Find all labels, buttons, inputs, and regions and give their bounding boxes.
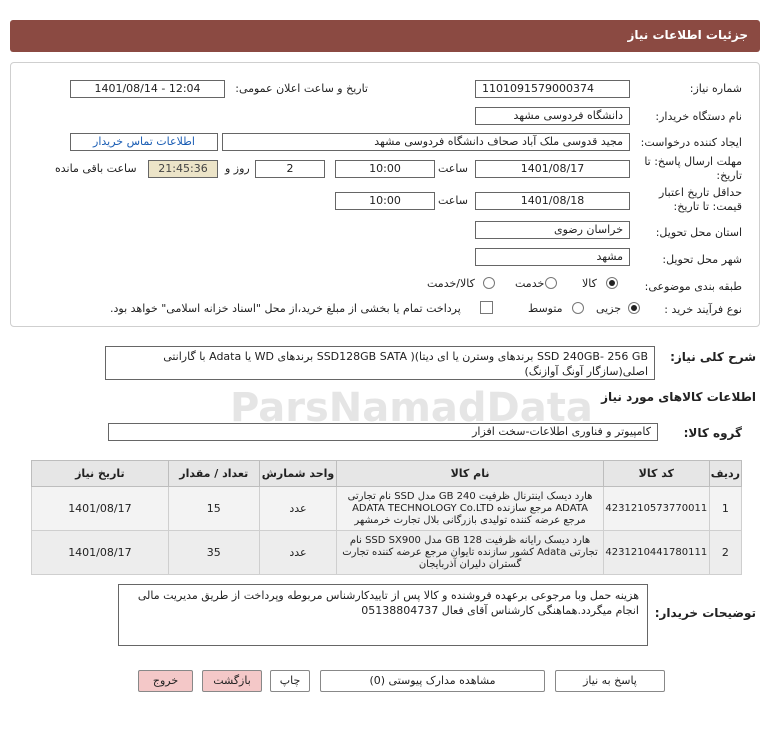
goods-group-field[interactable]: کامپیوتر و فناوری اطلاعات-سخت افزار bbox=[108, 423, 658, 441]
category-radio-both[interactable] bbox=[483, 277, 495, 289]
process-radio-minor[interactable] bbox=[628, 302, 640, 314]
goods-table: ردیف کد کالا نام کالا واحد شمارش تعداد /… bbox=[31, 460, 743, 575]
province-field[interactable]: خراسان رضوی bbox=[475, 221, 630, 239]
category-label: طبقه بندی موضوعی: bbox=[644, 280, 742, 293]
category-option-goods: کالا bbox=[582, 277, 597, 290]
buyer-label: نام دستگاه خریدار: bbox=[655, 110, 742, 123]
deadline-date-field[interactable]: 1401/08/17 bbox=[475, 160, 630, 178]
validity-time-field[interactable]: 10:00 bbox=[335, 192, 435, 210]
remaining-label: ساعت باقی مانده bbox=[55, 162, 137, 175]
process-label: نوع فرآیند خرید : bbox=[664, 303, 742, 316]
city-label: شهر محل تحویل: bbox=[662, 253, 742, 266]
deadline-time-field[interactable]: 10:00 bbox=[335, 160, 435, 178]
col-index: ردیف bbox=[708, 460, 743, 487]
payment-checkbox[interactable] bbox=[480, 301, 493, 314]
validity-label: حداقل تاریخ اعتبار قیمت: تا تاریخ: bbox=[658, 186, 742, 213]
process-radio-medium[interactable] bbox=[572, 302, 584, 314]
creator-field[interactable]: مجید قدوسی ملک آباد صحاف دانشگاه فردوسی … bbox=[222, 133, 630, 151]
category-radio-service[interactable] bbox=[545, 277, 557, 289]
row-name: هارد دیسک اینترنال ظرفیت 240 GB مدل SSD … bbox=[336, 486, 604, 531]
row-date: 1401/08/17 bbox=[31, 486, 169, 531]
row-code: 4231210441780111 bbox=[602, 530, 710, 575]
col-code: کد کالا bbox=[602, 460, 710, 487]
table-row[interactable]: 1 4231210573770011 هارد دیسک اینترنال ظر… bbox=[31, 486, 743, 531]
col-name: نام کالا bbox=[336, 460, 604, 487]
col-date: تاریخ نیاز bbox=[31, 460, 169, 487]
validity-time-label: ساعت bbox=[438, 194, 468, 207]
days-field[interactable]: 2 bbox=[255, 160, 325, 178]
announce-field[interactable]: 1401/08/14 - 12:04 bbox=[70, 80, 225, 98]
row-code: 4231210573770011 bbox=[602, 486, 710, 531]
row-name: هارد دیسک رایانه ظرفیت 128 GB مدل SSD SX… bbox=[336, 530, 604, 575]
row-date: 1401/08/17 bbox=[31, 530, 169, 575]
validity-date-field[interactable]: 1401/08/18 bbox=[475, 192, 630, 210]
deadline-label: مهلت ارسال پاسخ: تا تاریخ: bbox=[644, 155, 742, 182]
row-qty: 15 bbox=[167, 486, 260, 531]
reply-button[interactable]: پاسخ به نیاز bbox=[555, 670, 665, 692]
col-unit: واحد شمارش bbox=[258, 460, 338, 487]
deadline-time-label: ساعت bbox=[438, 162, 468, 175]
buyer-field[interactable]: دانشگاه فردوسی مشهد bbox=[475, 107, 630, 125]
col-qty: تعداد / مقدار bbox=[167, 460, 260, 487]
goods-section-title: اطلاعات کالاهای مورد نیاز bbox=[601, 390, 756, 404]
table-row[interactable]: 2 4231210441780111 هارد دیسک رایانه ظرفی… bbox=[31, 530, 743, 575]
row-qty: 35 bbox=[167, 530, 260, 575]
summary-label: شرح کلی نیاز: bbox=[670, 350, 756, 364]
city-field[interactable]: مشهد bbox=[475, 248, 630, 266]
days-label: روز و bbox=[225, 162, 250, 175]
buyer-contact-link[interactable]: اطلاعات تماس خریدار bbox=[70, 133, 218, 151]
goods-group-label: گروه کالا: bbox=[683, 426, 742, 440]
need-number-label: شماره نیاز: bbox=[689, 82, 742, 95]
notes-text: هزینه حمل وبا مرجوعی برعهده فروشنده و کا… bbox=[118, 584, 648, 646]
row-unit: عدد bbox=[258, 486, 338, 531]
row-index: 2 bbox=[708, 530, 743, 575]
province-label: استان محل تحویل: bbox=[655, 226, 742, 239]
summary-text: SSD 240GB- 256 GB برندهای وسترن یا ای دی… bbox=[105, 346, 655, 380]
attachments-button[interactable]: مشاهده مدارک پیوستی (0) bbox=[320, 670, 545, 692]
page-title: جزئیات اطلاعات نیاز bbox=[10, 20, 760, 52]
exit-button[interactable]: خروج bbox=[138, 670, 193, 692]
row-unit: عدد bbox=[258, 530, 338, 575]
process-option-medium: متوسط bbox=[528, 302, 563, 315]
need-number-field[interactable]: 1101091579000374 bbox=[475, 80, 630, 98]
notes-label: توضیحات خریدار: bbox=[654, 606, 756, 620]
print-button[interactable]: چاپ bbox=[270, 670, 310, 692]
category-option-both: کالا/خدمت bbox=[427, 277, 475, 290]
payment-note: پرداخت تمام یا بخشی از مبلغ خرید،از محل … bbox=[110, 302, 461, 315]
announce-label: تاریخ و ساعت اعلان عمومی: bbox=[235, 82, 368, 95]
process-option-minor: جزیی bbox=[596, 302, 622, 315]
remaining-time-field: 21:45:36 bbox=[148, 160, 218, 178]
creator-label: ایجاد کننده درخواست: bbox=[640, 136, 742, 149]
back-button[interactable]: بازگشت bbox=[202, 670, 262, 692]
row-index: 1 bbox=[708, 486, 743, 531]
table-header-row: ردیف کد کالا نام کالا واحد شمارش تعداد /… bbox=[31, 460, 743, 487]
category-radio-goods[interactable] bbox=[606, 277, 618, 289]
category-option-service: خدمت bbox=[515, 277, 545, 290]
